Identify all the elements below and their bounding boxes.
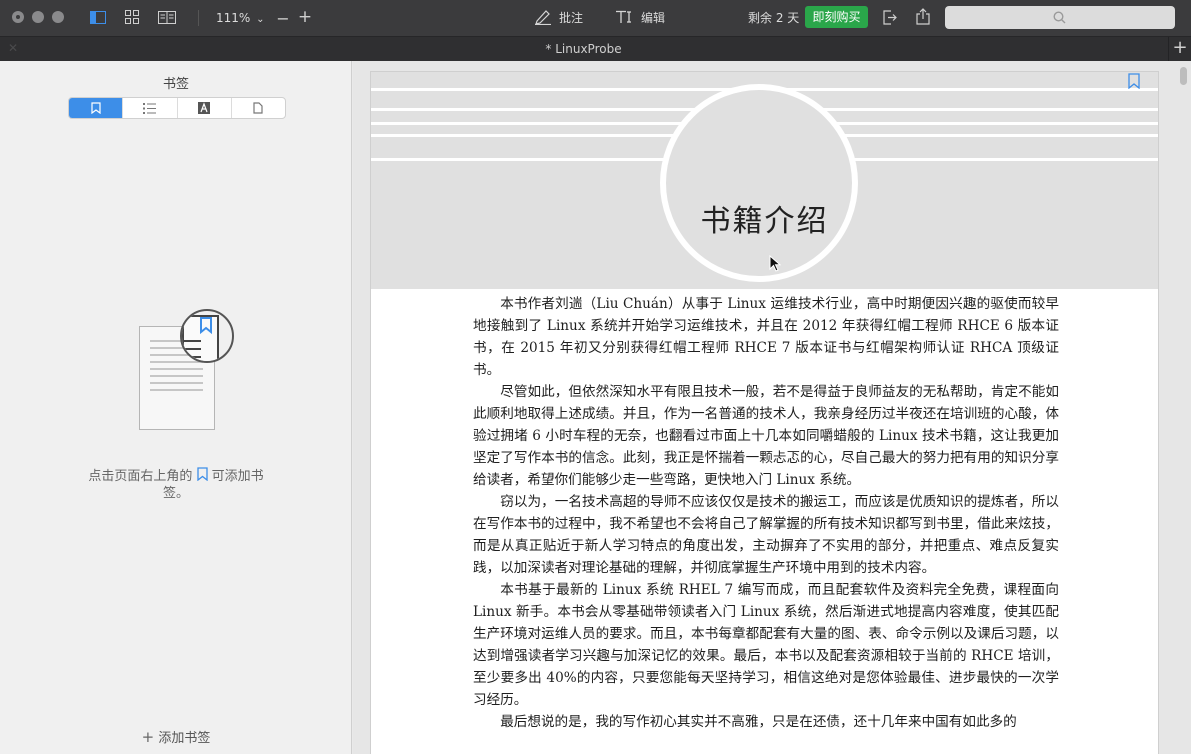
chapter-banner: 书籍介绍 [371, 72, 1158, 289]
page-icon [253, 102, 263, 114]
trial-remaining-text: 剩余 2 天 [748, 11, 800, 25]
paragraph: 最后想说的是，我的写作初心其实并不高雅，只是在还债，还十几年来中国有如此多的 [500, 714, 1017, 730]
pdf-page[interactable]: 书籍介绍 本书作者刘遄（Liu Chuán）从事于 Linux 运维技术行业，高… [370, 71, 1159, 754]
document-viewer[interactable]: 书籍介绍 本书作者刘遄（Liu Chuán）从事于 Linux 运维技术行业，高… [353, 61, 1191, 754]
paragraph: 窃以为，一名技术高超的导师不应该仅仅是技术的搬运工，而应该是优质知识的提炼者，所… [473, 494, 1059, 576]
hint-text-before: 点击页面右上角的 [88, 469, 193, 484]
zoom-out-icon[interactable]: − [274, 9, 292, 28]
sidebar-toggle-icon[interactable] [88, 8, 108, 26]
empty-bookmarks-illustration [139, 309, 234, 430]
new-tab-button[interactable]: + [1168, 37, 1191, 61]
tab-bookmarks[interactable] [69, 98, 124, 118]
toolbar-divider [198, 10, 199, 26]
annotate-pen-icon[interactable] [533, 8, 553, 26]
zoom-window-button[interactable] [52, 11, 64, 23]
paragraph: 尽管如此，但依然深知水平有限且技术一般，若不是得益于良师益友的无私帮助，肯定不能… [473, 384, 1059, 488]
plus-icon: + [141, 728, 155, 746]
tab-annotations[interactable] [178, 98, 232, 118]
share-icon[interactable] [914, 7, 932, 26]
paragraph: 本书基于最新的 Linux 系统 RHEL 7 编写而成，而且配套软件及资料完全… [473, 582, 1059, 708]
add-bookmark-button[interactable]: + 添加书签 [0, 727, 352, 746]
tab-linuxprobe[interactable]: * LinuxProbe [0, 42, 1167, 56]
edit-text-icon[interactable] [614, 8, 636, 26]
buy-now-button[interactable]: 即刻购买 [805, 6, 868, 28]
page-layout-icon[interactable] [156, 8, 178, 26]
vertical-scrollbar[interactable] [1180, 67, 1187, 85]
bookmark-icon [196, 467, 208, 482]
annotate-button[interactable]: 批注 [559, 10, 583, 26]
search-icon [1053, 11, 1066, 24]
bookmark-icon [91, 102, 101, 114]
zoom-level: 111% [216, 11, 251, 25]
mouse-cursor-icon [769, 255, 781, 272]
tab-outline[interactable] [123, 98, 178, 118]
close-window-button[interactable] [12, 11, 24, 23]
toolbar: 111% ⌄ − + 批注 编辑 剩余 2 天 即刻购买 [0, 0, 1191, 36]
zoom-in-icon[interactable]: + [296, 7, 314, 27]
export-icon[interactable] [880, 8, 898, 26]
list-icon [143, 102, 157, 114]
empty-bookmarks-hint: 点击页面右上角的 可添加书签。 [80, 467, 272, 502]
paragraph: 本书作者刘遄（Liu Chuán）从事于 Linux 运维技术行业，高中时期便因… [473, 296, 1059, 378]
text-annotation-icon [198, 102, 211, 114]
search-input[interactable] [945, 6, 1175, 29]
chevron-down-icon: ⌄ [256, 14, 265, 25]
chapter-title: 书籍介绍 [700, 204, 829, 239]
page-body: 本书作者刘遄（Liu Chuán）从事于 Linux 运维技术行业，高中时期便因… [473, 293, 1059, 733]
tab-pages[interactable] [232, 98, 285, 118]
minimize-window-button[interactable] [32, 11, 44, 23]
sidebar-title: 书签 [162, 77, 189, 92]
bookmarks-sidebar: 书签 点击页面右上角的 可添加书签。 + 添加书签 [0, 61, 352, 754]
tab-bar: ✕ * LinuxProbe + [0, 36, 1191, 61]
edit-button[interactable]: 编辑 [641, 10, 665, 26]
add-bookmark-label: 添加书签 [158, 731, 211, 746]
page-bookmark-icon[interactable] [1128, 73, 1140, 89]
zoom-level-select[interactable]: 111% ⌄ [216, 10, 265, 28]
banner-circle [660, 84, 858, 282]
sidebar-view-switcher [68, 97, 286, 119]
thumbnail-grid-icon[interactable] [122, 8, 142, 26]
